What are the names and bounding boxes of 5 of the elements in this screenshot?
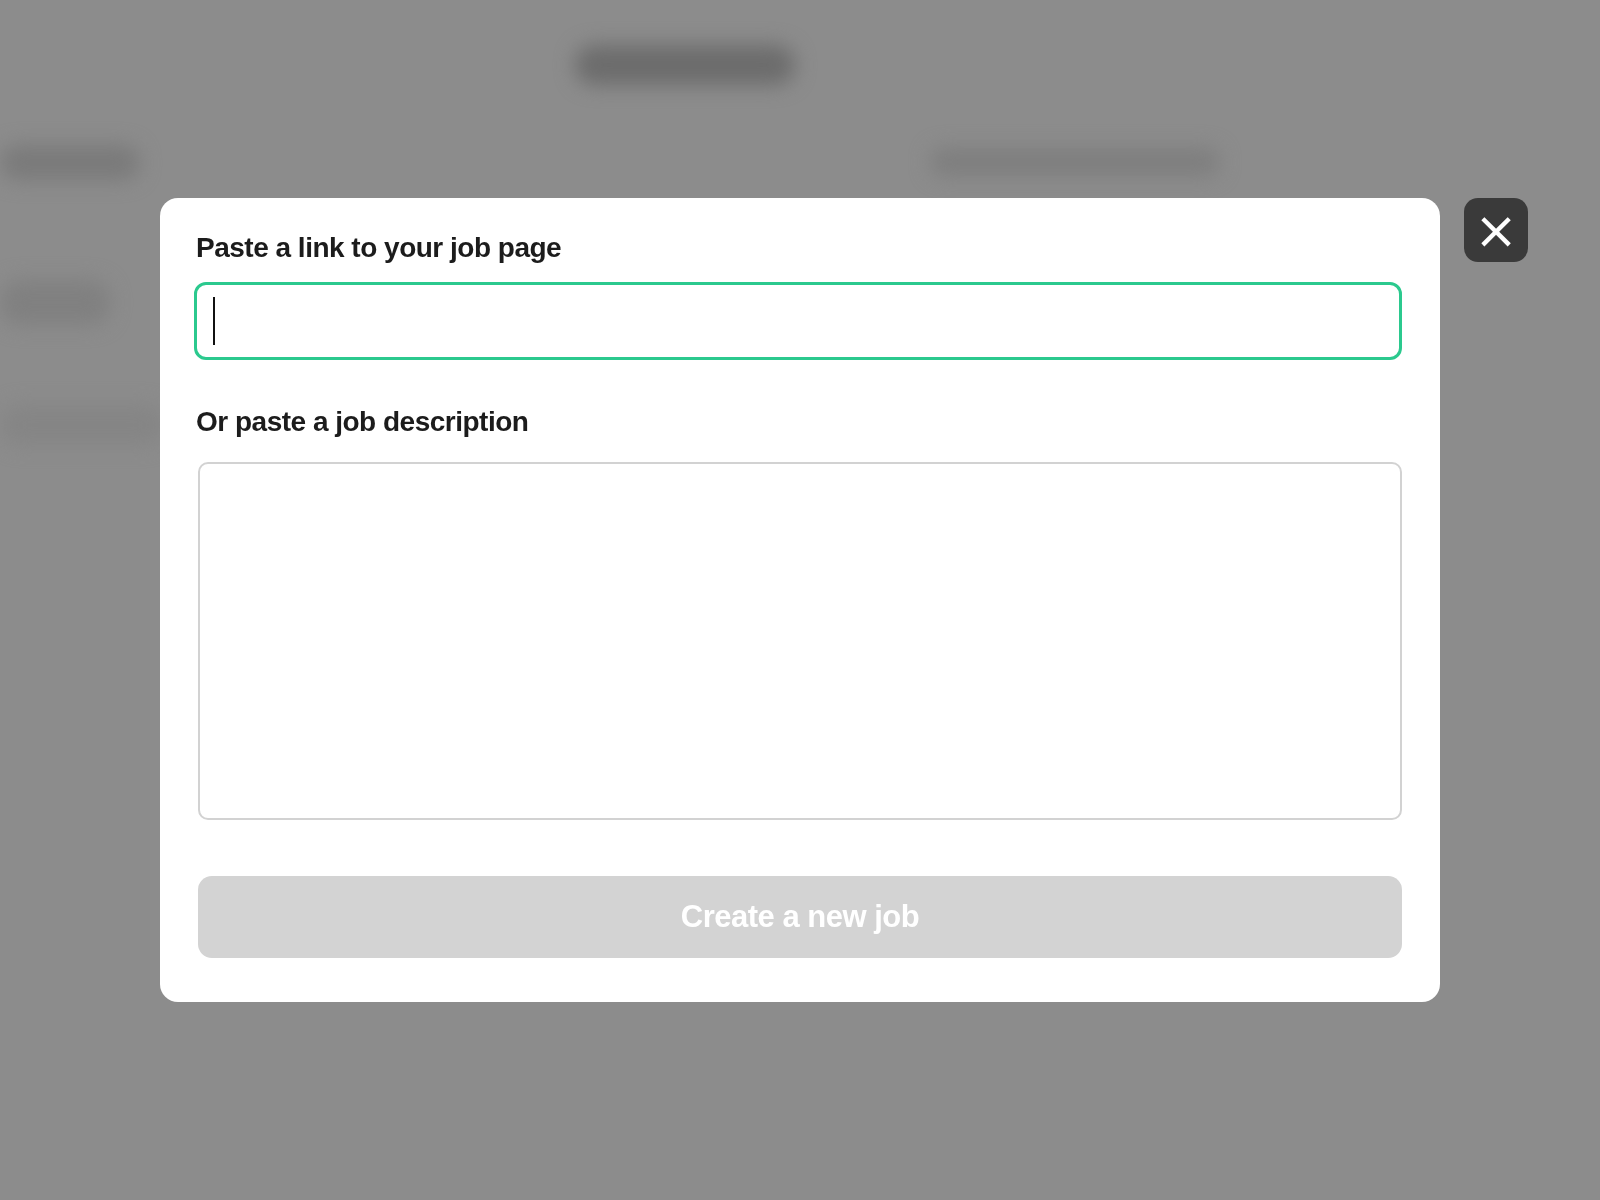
field-label: Paste a link to your job page	[196, 232, 563, 264]
text-cursor	[213, 297, 215, 345]
link-input-field[interactable]	[194, 282, 1402, 360]
field-label: Or paste a job description	[196, 406, 530, 438]
close-button[interactable]: ×	[1464, 198, 1528, 262]
